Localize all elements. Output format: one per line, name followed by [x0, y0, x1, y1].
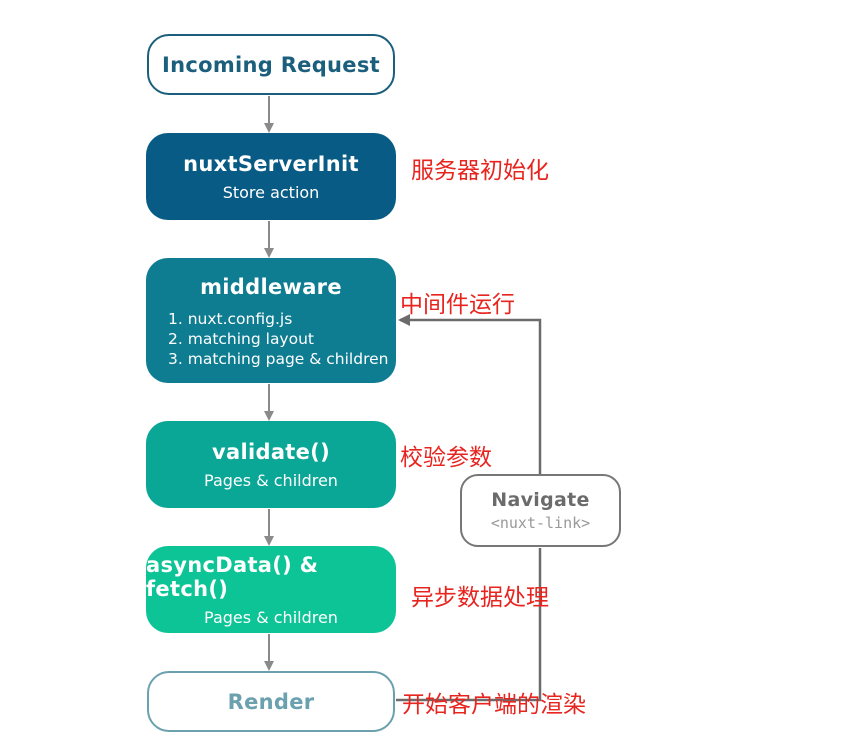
render-node: Render — [147, 671, 395, 732]
annotation-server-init: 服务器初始化 — [411, 158, 549, 184]
annotation-async-data: 异步数据处理 — [411, 585, 549, 611]
middleware-step: 1. nuxt.config.js — [168, 310, 293, 328]
nuxt-server-init-subtitle: Store action — [222, 182, 320, 202]
nuxt-server-init-node: nuxtServerInit Store action — [146, 133, 396, 220]
middleware-title: middleware — [200, 275, 342, 299]
arrow-render-to-navigate — [396, 548, 542, 702]
annotation-render: 开始客户端的渲染 — [402, 692, 586, 718]
async-data-title: asyncData() & fetch() — [146, 552, 319, 601]
validate-subtitle: Pages & children — [204, 470, 338, 490]
render-title: Render — [227, 689, 315, 714]
async-data-node: asyncData() & fetch() Pages & children — [146, 546, 396, 633]
middleware-node: middleware 1. nuxt.config.js 2. matching… — [146, 258, 396, 383]
nuxt-server-init-title: nuxtServerInit — [183, 151, 359, 176]
validate-node: validate() Pages & children — [146, 421, 396, 508]
annotation-middleware: 中间件运行 — [400, 292, 515, 318]
middleware-step: 2. matching layout — [168, 330, 314, 348]
incoming-request-node: Incoming Request — [147, 34, 395, 95]
navigate-subtitle: <nuxt-link> — [490, 514, 591, 532]
async-data-subtitle: Pages & children — [204, 607, 338, 627]
validate-title: validate() — [212, 439, 330, 464]
navigate-node: Navigate <nuxt-link> — [460, 474, 621, 547]
incoming-request-title: Incoming Request — [162, 52, 380, 77]
navigate-title: Navigate — [491, 489, 590, 511]
middleware-step: 3. matching page & children — [168, 350, 389, 368]
flow-arrows — [264, 96, 542, 702]
annotation-validate: 校验参数 — [400, 445, 492, 471]
middleware-steps: 1. nuxt.config.js 2. matching layout 3. … — [168, 309, 388, 369]
